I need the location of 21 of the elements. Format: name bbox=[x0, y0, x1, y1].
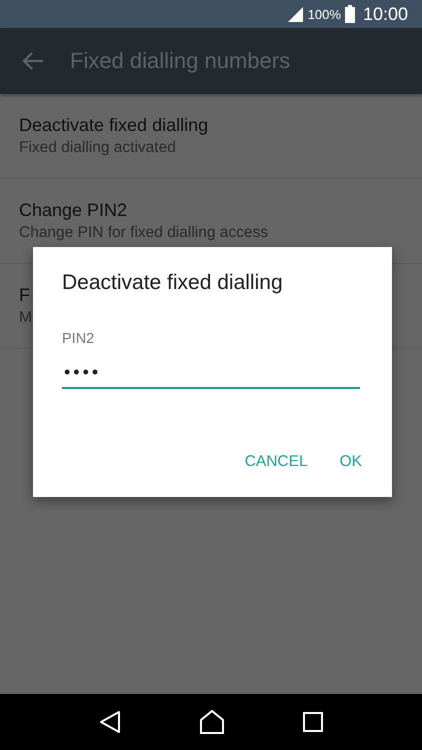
pin-input-field[interactable]: •••• bbox=[62, 357, 360, 389]
screen-title: Fixed dialling numbers bbox=[70, 48, 290, 74]
battery-percentage: 100% bbox=[308, 6, 341, 22]
back-icon[interactable] bbox=[99, 710, 122, 734]
field-label: PIN2 bbox=[62, 331, 96, 347]
home-icon[interactable] bbox=[200, 710, 224, 734]
recents-icon[interactable] bbox=[302, 712, 323, 732]
setting-title: F bbox=[19, 285, 31, 306]
setting-summary: Change PIN for fixed dialling access bbox=[19, 224, 269, 242]
dialog-title: Deactivate fixed dialling bbox=[62, 271, 284, 295]
setting-title: Deactivate fixed dialling bbox=[19, 115, 210, 136]
battery-icon bbox=[344, 5, 355, 23]
signal-icon bbox=[286, 6, 304, 22]
ok-button[interactable]: OK bbox=[328, 445, 374, 479]
setting-summary: Fixed dialling activated bbox=[19, 139, 177, 157]
back-button[interactable] bbox=[22, 52, 44, 70]
setting-title: Change PIN2 bbox=[19, 200, 128, 221]
clock: 10:00 bbox=[362, 4, 408, 24]
setting-summary: M bbox=[19, 309, 33, 327]
cancel-button[interactable]: CANCEL bbox=[232, 445, 320, 479]
setting-item[interactable]: Deactivate fixed dialling Fixed dialling activated bbox=[0, 94, 422, 179]
